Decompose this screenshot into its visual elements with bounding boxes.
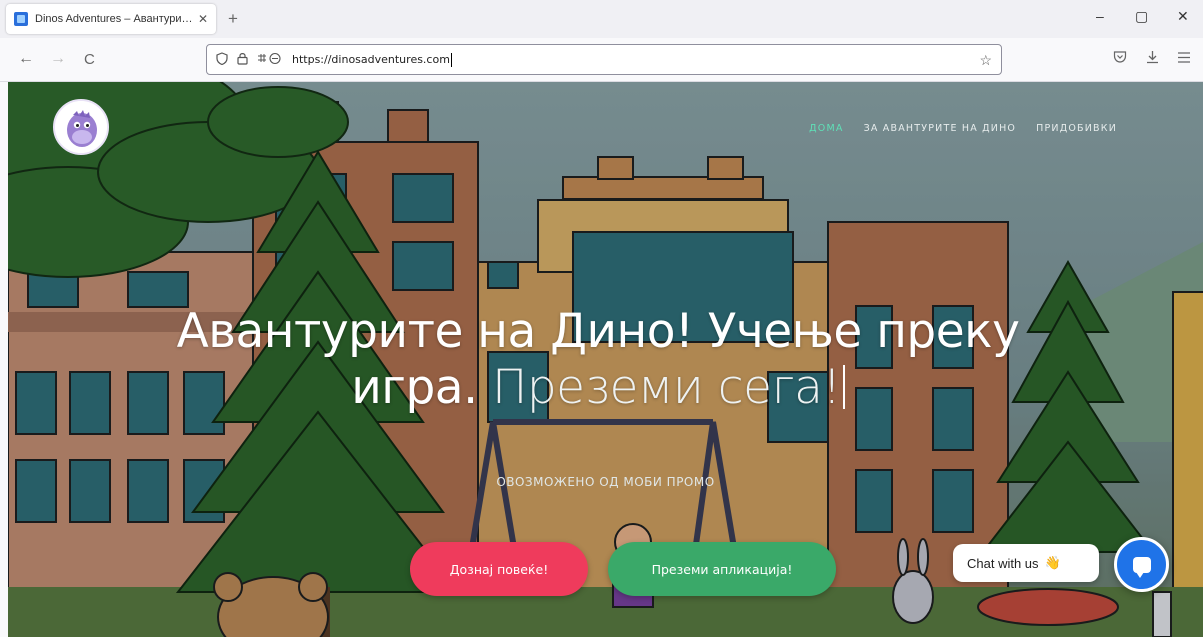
tab-close-icon[interactable]: ✕ [198,12,208,26]
site-favicon-icon [14,12,28,26]
chat-with-us-bubble[interactable]: Chat with us 👋 [953,544,1099,582]
maximize-button[interactable]: ▢ [1135,8,1148,25]
chat-label: Chat with us [967,555,1039,571]
download-icon[interactable] [1146,50,1159,68]
browser-tab-bar: Dinos Adventures – Авантури… ✕ + – ▢ ✕ [0,0,1203,38]
new-tab-button[interactable]: + [228,9,238,29]
pocket-icon[interactable] [1113,50,1127,67]
headline-line-1: Авантурите на Дино! Учење преку [176,304,1020,359]
headline-line-2: игра. [351,360,478,415]
wave-hand-icon: 👋 [1044,555,1061,570]
hero-section: ДОМА ЗА АВАНТУРИТЕ НА ДИНО ПРИДОБИВКИ Ав… [8,82,1203,637]
site-navigation: ДОМА ЗА АВАНТУРИТЕ НА ДИНО ПРИДОБИВКИ [809,123,1117,134]
forward-button[interactable]: → [50,50,66,68]
nav-about-dino-adventures[interactable]: ЗА АВАНТУРИТЕ НА ДИНО [864,123,1017,134]
chat-bubble-icon [1132,556,1151,578]
lock-icon[interactable] [237,52,248,68]
close-window-button[interactable]: ✕ [1177,8,1189,25]
permissions-icon[interactable] [257,52,283,68]
minimize-button[interactable]: – [1096,8,1104,24]
bookmark-star-icon[interactable]: ☆ [979,52,992,69]
browser-toolbar: ← → C https://dinosadventures.com ☆ [0,38,1203,82]
headline-typed-text: Преземи сега! [492,360,841,415]
shield-icon[interactable] [216,51,228,68]
learn-more-button[interactable]: Дознај повеќе! [410,542,588,596]
text-caret [450,52,452,67]
browser-tab[interactable]: Dinos Adventures – Авантури… ✕ [6,4,216,34]
powered-by-text: ОВОЗМОЖЕНО ОД МОБИ ПРОМО [496,475,715,489]
tab-title: Dinos Adventures – Авантури… [35,13,192,25]
hero-headline: Авантурите на Дино! Учење преку игра. Пр… [118,304,1078,416]
web-page: ДОМА ЗА АВАНТУРИТЕ НА ДИНО ПРИДОБИВКИ Ав… [0,82,1203,637]
menu-icon[interactable] [1178,50,1190,67]
dino-logo-icon [55,101,107,153]
site-logo[interactable] [53,99,109,155]
chat-launcher-button[interactable] [1114,537,1169,592]
nav-home[interactable]: ДОМА [809,123,843,134]
url-text: https://dinosadventures.com [292,53,450,66]
address-bar[interactable]: https://dinosadventures.com ☆ [206,44,1002,75]
download-app-button[interactable]: Преземи апликација! [608,542,836,596]
reload-button[interactable]: C [84,51,95,68]
nav-benefits[interactable]: ПРИДОБИВКИ [1036,123,1117,134]
back-button[interactable]: ← [18,50,34,68]
typing-caret [842,365,845,409]
